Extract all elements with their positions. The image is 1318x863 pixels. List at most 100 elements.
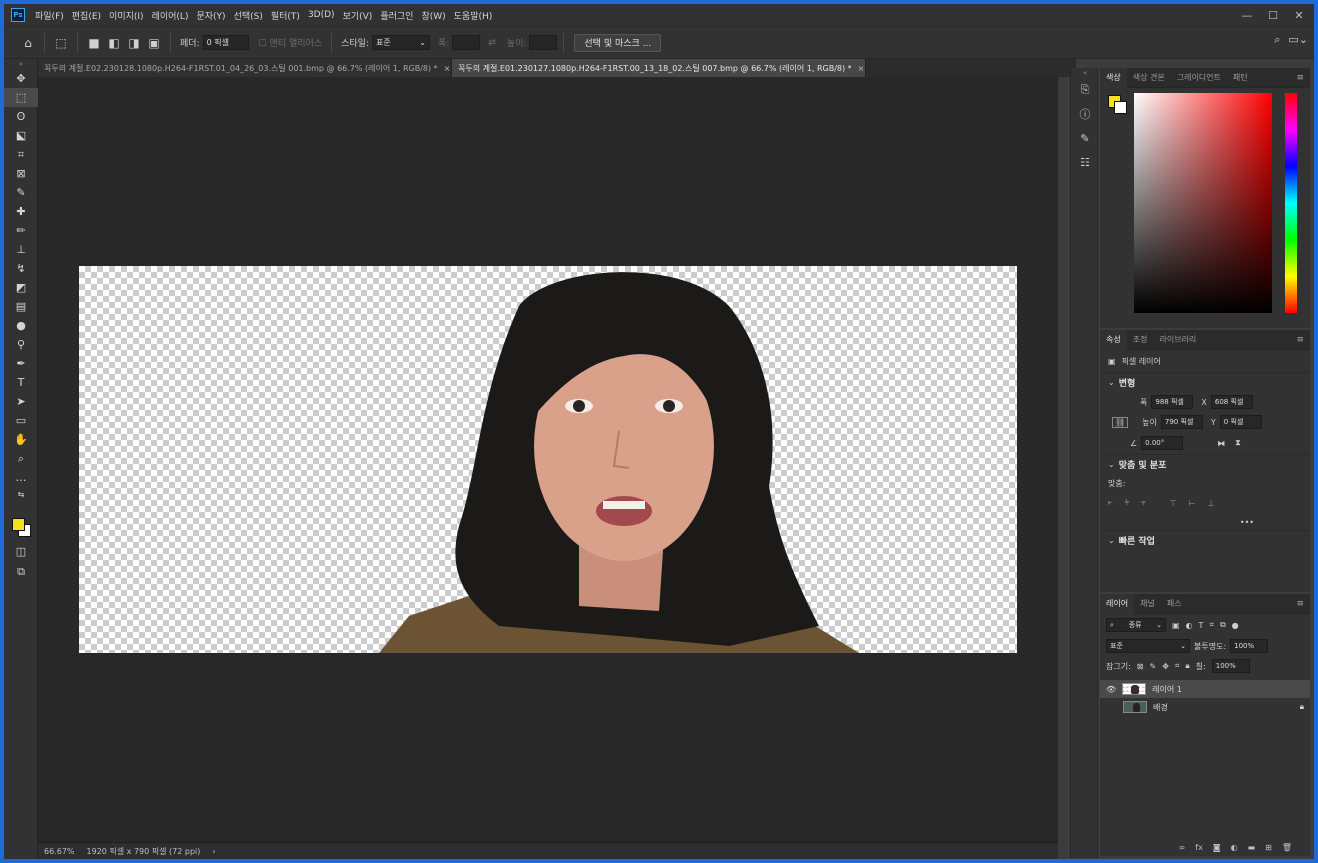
flip-horizontal-icon[interactable]: ⧓ [1217,439,1225,448]
workspace-icon[interactable]: ▭⌄ [1288,33,1308,47]
lock-transparent-icon[interactable]: ⊠ [1137,662,1144,671]
dodge-tool-icon[interactable]: ⚲ [4,335,38,354]
lock-image-icon[interactable]: ✎ [1149,662,1156,671]
y-field[interactable]: 0 픽셀 [1219,415,1262,429]
history-icon[interactable]: ⎘ [1071,78,1099,102]
opacity-field[interactable]: 100% [1230,639,1269,653]
doc-tab-2[interactable]: 꼭두의 계절.E01.230127.1080p.H264-F1RST.00_13… [452,59,866,77]
marquee-preset-icon[interactable]: ⬚ [51,33,71,53]
close-tab-icon[interactable]: × [444,64,451,73]
menu-view[interactable]: 보기(V) [339,9,377,22]
intersect-selection-icon[interactable]: ▣ [144,33,164,53]
layer-row-layer1[interactable]: 👁︎ 레이어 1 [1100,680,1310,698]
canvas-area[interactable] [38,77,1058,842]
type-tool-icon[interactable]: T [4,373,38,392]
tab-gradients[interactable]: 그레이디언트 [1171,68,1227,88]
width-field[interactable]: 988 픽셀 [1151,395,1194,409]
fx-icon[interactable]: fx [1195,843,1203,852]
tab-color[interactable]: 색상 [1100,67,1127,88]
filter-toggle-icon[interactable]: ● [1232,621,1239,630]
height-field[interactable]: 790 픽셀 [1160,415,1203,429]
move-tool-icon[interactable]: ✥ [4,69,38,88]
filter-adjustment-icon[interactable]: ◐ [1186,621,1193,630]
menu-3d[interactable]: 3D(D) [304,10,339,20]
pen-tool-icon[interactable]: ✒ [4,354,38,373]
menu-window[interactable]: 창(W) [417,9,449,22]
new-group-icon[interactable]: ▬ [1248,843,1256,852]
object-select-tool-icon[interactable]: ⬕ [4,126,38,145]
menu-help[interactable]: 도움말(H) [450,9,497,22]
menu-plugins[interactable]: 플러그인 [376,9,417,22]
link-icon[interactable]: ⛓ [1112,416,1129,428]
tab-paths[interactable]: 패스 [1161,594,1188,614]
new-selection-icon[interactable]: ■ [84,33,104,53]
frame-tool-icon[interactable]: ⊠ [4,164,38,183]
crop-tool-icon[interactable]: ⌗ [4,145,38,164]
document-canvas[interactable] [79,266,1017,653]
minimize-icon[interactable]: — [1236,7,1258,23]
panel-menu-icon[interactable]: ≡ [1296,335,1304,345]
swap-icon[interactable]: ⇄ [488,38,496,48]
filter-type-icon[interactable]: T [1199,621,1204,630]
home-icon[interactable]: ⌂ [18,33,38,53]
search-icon[interactable]: ⌕ [1274,33,1280,47]
align-left-icon[interactable]: ⫦ [1108,498,1113,508]
hue-slider[interactable] [1285,93,1297,313]
menu-select[interactable]: 선택(S) [230,9,267,22]
rectangle-tool-icon[interactable]: ▭ [4,411,38,430]
layer-name[interactable]: 레이어 1 [1152,684,1182,695]
align-header[interactable]: ⌄ 맞춤 및 분포 [1100,454,1310,474]
filter-smart-icon[interactable]: ⧉ [1220,620,1226,630]
more-icon[interactable]: ••• [1240,518,1254,527]
flip-vertical-icon[interactable]: ⧗ [1235,438,1241,448]
screen-mode-icon[interactable]: ⧉ [4,562,38,581]
tab-patterns[interactable]: 패턴 [1227,68,1254,88]
blur-tool-icon[interactable]: ● [4,316,38,335]
background-color-swatch[interactable] [1114,101,1127,114]
align-right-icon[interactable]: ⫧ [1141,498,1146,508]
quick-actions-header[interactable]: ⌄ 빠른 작업 [1100,530,1310,550]
status-arrow-icon[interactable]: › [206,847,221,856]
marquee-tool-icon[interactable]: ⬚ [4,88,38,107]
close-icon[interactable]: ✕ [1288,7,1310,23]
align-top-icon[interactable]: ⊤ [1170,499,1177,508]
filter-shape-icon[interactable]: ⌗ [1209,620,1214,630]
add-selection-icon[interactable]: ◧ [104,33,124,53]
menu-file[interactable]: 파일(F) [31,9,68,22]
maximize-icon[interactable]: ☐ [1262,7,1284,23]
filter-kind-select[interactable]: ⌕ 종류 ⌄ [1106,618,1166,632]
style-select[interactable]: 표준 ⌄ [371,35,430,50]
select-and-mask-button[interactable]: 선택 및 마스크 ... [574,33,662,52]
menu-image[interactable]: 이미지(I) [105,9,148,22]
trash-icon[interactable]: 🗑︎ [1282,843,1292,852]
brush-settings-icon[interactable]: ✎ [1071,126,1099,150]
info-icon[interactable]: ⓘ [1071,102,1099,126]
antialias-checkbox[interactable]: ☐ 앤티 앨리어스 [259,36,322,49]
fill-field[interactable]: 100% [1211,659,1250,673]
menu-type[interactable]: 문자(Y) [192,9,229,22]
brush-tool-icon[interactable]: ✏ [4,221,38,240]
tab-libraries[interactable]: 라이브러리 [1153,330,1202,350]
more-tools-icon[interactable]: … [4,468,38,487]
zoom-tool-icon[interactable]: ⌕ [4,449,38,468]
panel-menu-icon[interactable]: ≡ [1296,73,1304,83]
history-brush-tool-icon[interactable]: ↯ [4,259,38,278]
close-tab-icon[interactable]: × [858,64,865,73]
menu-filter[interactable]: 필터(T) [267,9,304,22]
transform-header[interactable]: ⌄ 변형 [1100,372,1310,392]
eraser-tool-icon[interactable]: ◩ [4,278,38,297]
foreground-color-swatch[interactable] [12,518,25,531]
color-field[interactable] [1134,93,1272,313]
align-center-icon[interactable]: ⫩ [1125,498,1130,508]
healing-brush-tool-icon[interactable]: ✚ [4,202,38,221]
zoom-level[interactable]: 66.67% [38,847,81,856]
path-select-tool-icon[interactable]: ➤ [4,392,38,411]
x-field[interactable]: 608 픽셀 [1210,395,1253,409]
adjustment-layer-icon[interactable]: ◐ [1231,843,1238,852]
feather-input[interactable]: 0 픽셀 [202,35,249,50]
lock-artboard-icon[interactable]: ⌗ [1175,661,1180,671]
doc-tab-1[interactable]: 꼭두의 계절.E02.230128.1080p.H264-F1RST.01_04… [38,59,452,77]
tab-properties[interactable]: 속성 [1100,329,1127,350]
tab-channels[interactable]: 채널 [1134,594,1161,614]
add-mask-icon[interactable]: ◙ [1213,843,1221,852]
